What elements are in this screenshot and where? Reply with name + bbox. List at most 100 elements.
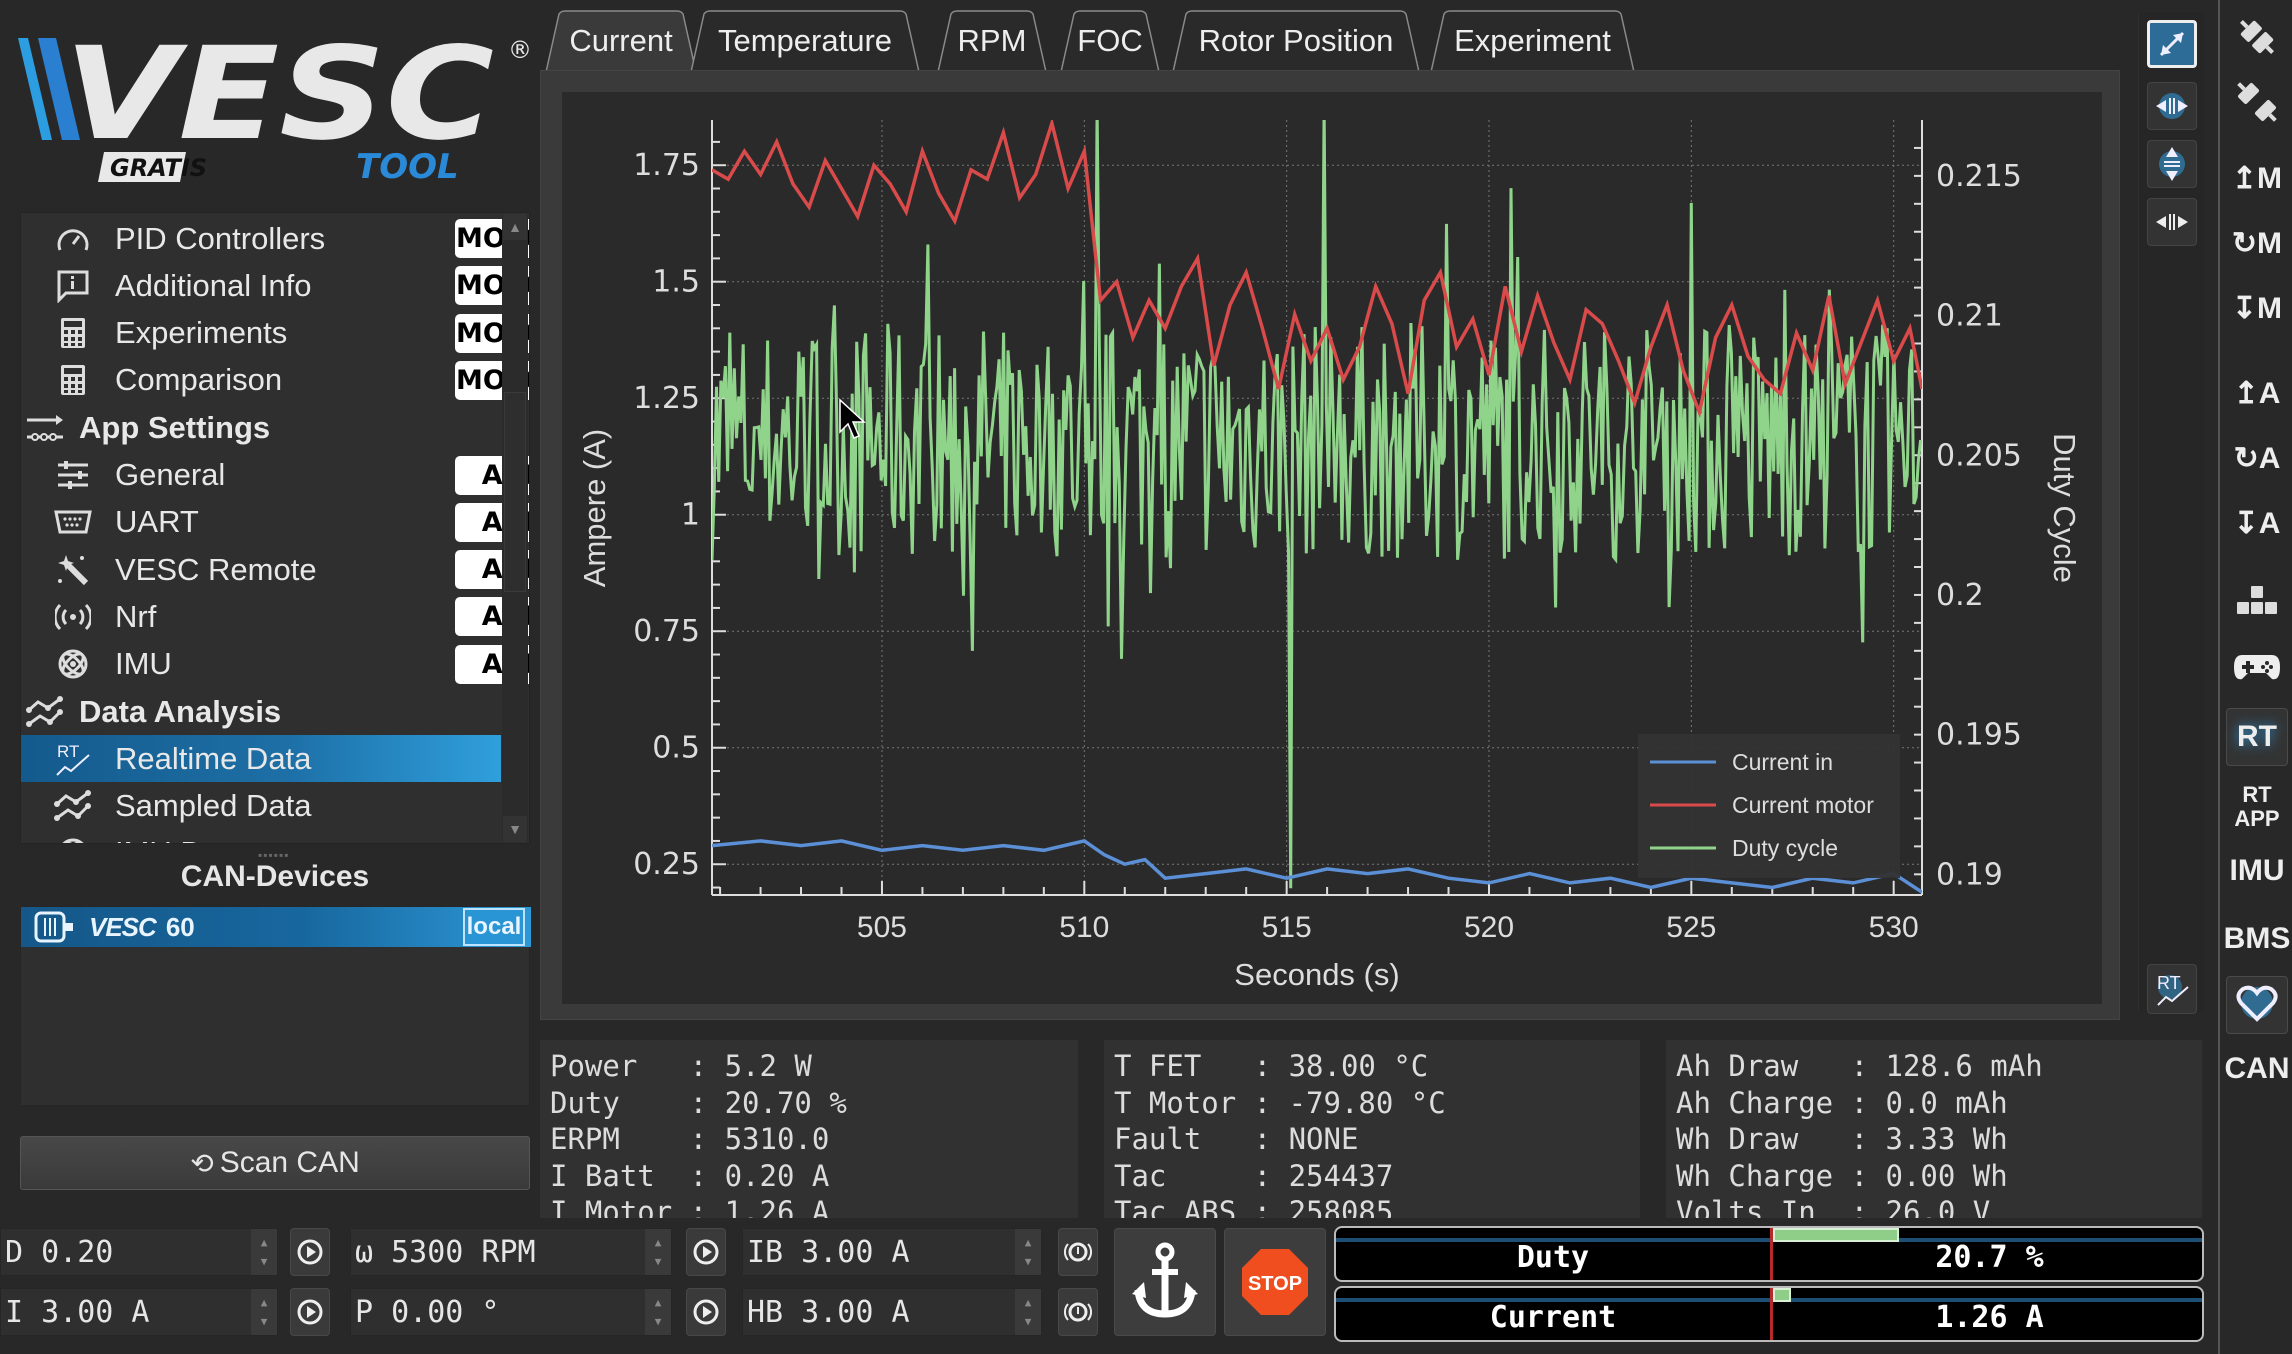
write-motor-config-button[interactable]: ↧M (2226, 280, 2288, 338)
brake-current-stepper[interactable]: ▲ ▼ (1015, 1229, 1041, 1275)
sidebar-item-label: General (115, 457, 226, 492)
current-gauge: Current 1.26 A (1334, 1286, 2204, 1342)
anchor-button[interactable] (1114, 1228, 1216, 1336)
brake-current-input[interactable]: IB 3.00 A ▲ ▼ (742, 1228, 1042, 1276)
zoom-horizontal-button[interactable] (2147, 82, 2197, 130)
sidebar-item-label: Nrf (115, 598, 157, 634)
sidebar-scrollbar[interactable]: ▲ ▼ (502, 214, 528, 842)
current-stepper[interactable]: ▲ ▼ (251, 1289, 277, 1335)
handbrake-input[interactable]: HB 3.00 A ▲ ▼ (742, 1288, 1042, 1336)
read-app-config-button[interactable]: ↥A (2226, 365, 2288, 423)
read-default-app-config-icon: ↻A (2233, 442, 2281, 475)
sidebar-item-label: UART (115, 504, 199, 540)
current-chart[interactable]: 505 510 515 520 525 530 0.25 0.5 0.75 1 1.25 1.5 1.7… (562, 92, 2102, 1004)
y-tick-label-left: 0.25 (633, 847, 700, 882)
zoom-vertical-button[interactable] (2147, 140, 2197, 188)
set-rpm-button[interactable] (686, 1228, 726, 1276)
tab-rpm[interactable]: RPM (937, 10, 1047, 72)
current-input[interactable]: I 3.00 A ▲ ▼ (0, 1288, 278, 1336)
sidebar-item-general[interactable]: GeneralAPP (21, 452, 529, 499)
set-current-button[interactable] (290, 1288, 330, 1336)
sidebar-item-label: IMU Data (115, 835, 246, 843)
stat-wh-charge: Wh Charge : 0.00 Wh (1676, 1158, 2008, 1193)
realtime-app-icon: RT APP (2234, 782, 2280, 831)
duty-stepper[interactable]: ▲ ▼ (251, 1229, 277, 1275)
tab-foc[interactable]: FOC (1060, 10, 1160, 72)
sidebar-item-app-settings[interactable]: App Settings (21, 404, 501, 451)
sidebar-nav: PID ControllersMOTORAdditional InfoMOTOR… (20, 212, 530, 844)
gamepad-button[interactable] (2226, 640, 2288, 698)
sidebar-item-comparison[interactable]: ComparisonMOTOR (21, 357, 529, 404)
duty-input[interactable]: D 0.20 ▲ ▼ (0, 1228, 278, 1276)
can-forward-button[interactable]: CAN (2225, 1040, 2290, 1098)
bms-data-button[interactable]: BMS (2223, 910, 2291, 968)
set-brake-button[interactable] (1058, 1228, 1098, 1276)
sidebar-item-experiments[interactable]: ExperimentsMOTOR (21, 310, 529, 357)
read-default-motor-config-button[interactable]: ↻M (2226, 215, 2288, 273)
sidebar-item-nrf[interactable]: NrfAPP (21, 593, 529, 640)
calculator-icon (51, 362, 95, 398)
sidebar-item-sampled-data[interactable]: Sampled Data (21, 783, 501, 830)
set-position-button[interactable] (686, 1288, 726, 1336)
sidebar-item-imu-data[interactable]: IMU Data (21, 830, 501, 843)
sampled-data-icon (51, 788, 95, 824)
realtime-app-button[interactable]: RT APP (2226, 778, 2288, 836)
sidebar-item-additional-info[interactable]: Additional InfoMOTOR (21, 262, 529, 309)
can-device-list: VESC 60 local (20, 906, 531, 1106)
tab-label: Rotor Position (1198, 23, 1394, 58)
sidebar-item-label: IMU (115, 646, 172, 682)
sidebar-item-vesc-remote[interactable]: VESC RemoteAPP (21, 546, 529, 593)
can-device-row[interactable]: VESC 60 local (21, 907, 531, 947)
handbrake-stepper[interactable]: ▲ ▼ (1015, 1289, 1041, 1335)
sidebar-item-uart[interactable]: UARTAPP (21, 499, 529, 546)
handbrake-value: HB 3.00 A (747, 1294, 910, 1330)
connect-button[interactable] (2226, 10, 2288, 68)
serial-port-icon (51, 504, 95, 540)
scroll-up-button[interactable]: ▲ (503, 214, 527, 240)
position-input[interactable]: P 0.00 ° ▲ ▼ (350, 1288, 672, 1336)
pan-horizontal-button[interactable] (2147, 198, 2197, 246)
disconnect-button[interactable] (2226, 75, 2288, 133)
imu-data-button[interactable]: IMU (2226, 842, 2288, 900)
keyboard-control-button[interactable] (2226, 575, 2288, 633)
tab-label: Current (569, 23, 673, 58)
rpm-stepper[interactable]: ▲ ▼ (645, 1229, 671, 1275)
scroll-thumb[interactable] (504, 392, 526, 592)
tab-rotor-position[interactable]: Rotor Position (1172, 10, 1420, 72)
realtime-toggle-button[interactable]: RT (2147, 964, 2197, 1014)
sidebar-item-realtime-data[interactable]: RT Realtime Data (21, 735, 501, 783)
logo-gratis: GRATIS (110, 154, 207, 182)
stop-icon: STOP (1242, 1249, 1308, 1315)
tab-label: Temperature (717, 23, 893, 58)
stat-i-motor: I Motor : 1.26 A (550, 1195, 830, 1218)
realtime-data-button[interactable]: RT (2226, 708, 2288, 766)
chart-tools: RT (2138, 12, 2204, 1014)
rpm-input[interactable]: ω 5300 RPM ▲ ▼ (350, 1228, 672, 1276)
heartbeat-button[interactable] (2226, 976, 2288, 1034)
stat-i-batt: I Batt : 0.20 A (550, 1158, 830, 1193)
bms-data-icon: BMS (2223, 922, 2291, 955)
sidebar-item-data-analysis[interactable]: Data Analysis (21, 688, 501, 735)
scan-can-button[interactable]: ⟲ Scan CAN (20, 1136, 530, 1190)
stop-button[interactable]: STOP (1224, 1228, 1326, 1336)
anchor-icon (1132, 1242, 1198, 1318)
tab-current[interactable]: Current (545, 10, 697, 72)
tab-temperature[interactable]: Temperature (690, 10, 920, 72)
position-stepper[interactable]: ▲ ▼ (645, 1289, 671, 1335)
read-motor-config-button[interactable]: ↥M (2226, 150, 2288, 208)
magic-wand-icon (51, 552, 95, 588)
write-app-config-button[interactable]: ↧A (2226, 495, 2288, 553)
tab-experiment[interactable]: Experiment (1430, 10, 1635, 72)
scroll-down-button[interactable]: ▼ (503, 816, 527, 842)
y-tick-label-right: 0.195 (1936, 718, 2022, 753)
sidebar-item-pid-controllers[interactable]: PID ControllersMOTOR (21, 215, 529, 262)
read-default-app-config-button[interactable]: ↻A (2226, 430, 2288, 488)
sidebar-item-label: Comparison (115, 362, 283, 398)
set-handbrake-button[interactable] (1058, 1288, 1098, 1336)
set-duty-button[interactable] (290, 1228, 330, 1276)
sidebar-item-imu[interactable]: IMUAPP (21, 641, 529, 688)
autoscale-button[interactable] (2147, 20, 2197, 68)
y-tick-label-left: 1 (681, 498, 700, 533)
gyroscope-icon (51, 835, 95, 843)
sidebar-item-label: VESC Remote (115, 551, 317, 587)
